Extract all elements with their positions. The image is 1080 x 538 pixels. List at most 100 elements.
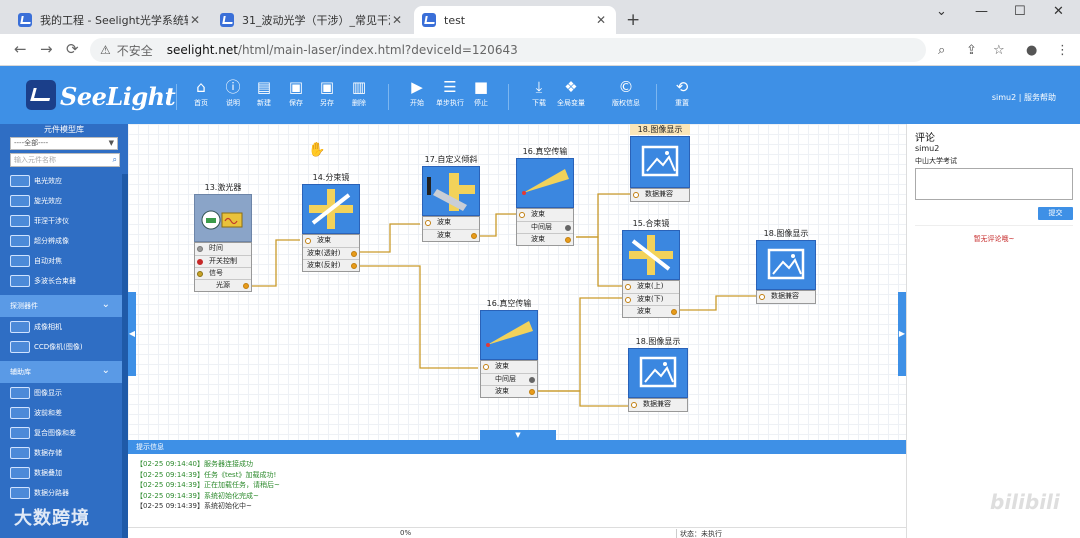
minimize-icon[interactable]: — (975, 4, 988, 19)
sidebar-item[interactable]: 菲涅干涉仪 (0, 211, 128, 231)
sidebar-group-detectors[interactable]: 探测器件 ⌄ (0, 295, 128, 317)
port-dot[interactable] (519, 212, 525, 218)
home-button[interactable]: ⌂ 首页 (186, 78, 216, 108)
browser-tab-active[interactable]: test ✕ (414, 6, 616, 34)
port-dot[interactable] (197, 259, 203, 265)
sidebar-item[interactable]: CCD像机(图像) (0, 337, 128, 357)
port-dot[interactable] (305, 238, 311, 244)
port-beam-lower[interactable]: 波束(下) (623, 293, 679, 305)
menu-icon[interactable]: ⋮ (1056, 43, 1069, 58)
port-switch[interactable]: 开关控制 (195, 255, 251, 267)
port-dot[interactable] (625, 284, 631, 290)
sidebar-item[interactable]: 超分辨成像 (0, 231, 128, 251)
sidebar-group-auxiliary[interactable]: 辅助库 ⌄ (0, 361, 128, 383)
port-dot[interactable] (351, 263, 357, 269)
collapse-log-handle[interactable]: ▼ (480, 430, 556, 440)
sidebar-item[interactable]: 波前和差 (0, 403, 128, 423)
port-beam-out[interactable]: 波束 (423, 229, 479, 241)
port-beam-reflect[interactable]: 波束(反射) (303, 259, 359, 271)
download-button[interactable]: ⤓ 下载 (524, 78, 554, 108)
port-light-source[interactable]: 光源 (195, 279, 251, 291)
port-beam-in[interactable]: 波束 (423, 217, 479, 229)
save-as-button[interactable]: ▣ 另存 (312, 78, 342, 108)
port-dot[interactable] (671, 309, 677, 315)
share-icon[interactable]: ⇪ (966, 43, 977, 58)
close-window-icon[interactable]: ✕ (1053, 4, 1064, 19)
port-dot[interactable] (625, 297, 631, 303)
port-beam-in[interactable]: 波束 (303, 235, 359, 247)
port-dot[interactable] (197, 246, 203, 252)
port-dot[interactable] (351, 251, 357, 257)
port-beam-transmit[interactable]: 波束(透射) (303, 247, 359, 259)
info-button[interactable]: ⓘ 说明 (218, 78, 248, 108)
port-dot[interactable] (633, 192, 639, 198)
back-icon[interactable]: ← (14, 40, 27, 58)
port-middle-layer[interactable]: 中间层 (481, 373, 537, 385)
copyright-button[interactable]: © 版权信息 (611, 78, 641, 108)
delete-button[interactable]: ▥ 删除 (344, 78, 374, 108)
port-data-compatible[interactable]: 数据兼容 (757, 291, 815, 303)
sidebar-item[interactable]: 复合图像和差 (0, 423, 128, 443)
save-button[interactable]: ▣ 保存 (281, 78, 311, 108)
new-button[interactable]: ▤ 新建 (249, 78, 279, 108)
category-select[interactable]: ----全部---- ▼ (10, 137, 118, 150)
step-button[interactable]: ☰ 单步执行 (435, 78, 465, 108)
close-tab-icon[interactable]: ✕ (188, 13, 202, 27)
sidebar-item[interactable]: 数据存储 (0, 443, 128, 463)
port-beam-in[interactable]: 波束 (517, 209, 573, 221)
port-beam-out[interactable]: 波束 (623, 305, 679, 317)
url-field[interactable]: ⚠ 不安全 seelight.net/html/main-laser/index… (90, 38, 926, 62)
sidebar-item[interactable]: 旋光效应 (0, 191, 128, 211)
chevron-down-icon[interactable]: ⌄ (936, 4, 947, 19)
port-middle-layer[interactable]: 中间层 (517, 221, 573, 233)
sidebar-item[interactable]: 电光效应 (0, 171, 128, 191)
close-tab-icon[interactable]: ✕ (390, 13, 404, 27)
browser-tab[interactable]: 我的工程 - Seelight光学系统辅助... ✕ (10, 6, 210, 34)
bookmark-star-icon[interactable]: ☆ (993, 43, 1005, 58)
port-dot[interactable] (759, 294, 765, 300)
port-dot[interactable] (565, 237, 571, 243)
maximize-icon[interactable]: ☐ (1014, 4, 1026, 19)
sidebar-item[interactable]: 成像相机 (0, 317, 128, 337)
sidebar-item[interactable]: 图像显示 (0, 383, 128, 403)
port-dot[interactable] (529, 377, 535, 383)
browser-tab[interactable]: 31_波动光学（干涉）_常见干涉... ✕ (212, 6, 412, 34)
sidebar-item[interactable]: 数据分路器 (0, 483, 128, 503)
port-dot[interactable] (565, 225, 571, 231)
username-link[interactable]: simu2 (992, 93, 1016, 102)
workflow-canvas[interactable]: ◀ ▶ 13.激光器 时间 开关控制 信号 光源 14.分束镜 波束 波束(透射… (128, 124, 906, 440)
sidebar-item[interactable]: 数据叠加 (0, 463, 128, 483)
port-dot[interactable] (483, 364, 489, 370)
port-dot[interactable] (425, 220, 431, 226)
reset-button[interactable]: ⟲ 重置 (667, 78, 697, 108)
comment-textarea[interactable] (915, 168, 1073, 200)
service-help-link[interactable]: 服务帮助 (1024, 93, 1056, 102)
zoom-icon[interactable]: ⌕ (938, 43, 945, 58)
start-button[interactable]: ▶ 开始 (402, 78, 432, 108)
sidebar-item[interactable]: 多波长合束器 (0, 271, 128, 291)
reload-icon[interactable]: ⟳ (66, 40, 79, 58)
port-dot[interactable] (471, 233, 477, 239)
submit-comment-button[interactable]: 提交 (1038, 207, 1073, 220)
port-dot[interactable] (631, 402, 637, 408)
port-beam-in[interactable]: 波束 (481, 361, 537, 373)
port-beam-out[interactable]: 波束 (517, 233, 573, 245)
new-tab-icon[interactable]: + (626, 10, 640, 30)
search-icon[interactable]: ⌕ (113, 154, 117, 166)
close-tab-icon[interactable]: ✕ (594, 13, 608, 27)
stop-button[interactable]: ■ 停止 (466, 78, 496, 108)
profile-avatar-icon[interactable]: ● (1026, 43, 1037, 58)
port-beam-upper[interactable]: 波束(上) (623, 281, 679, 293)
port-dot[interactable] (529, 389, 535, 395)
port-dot[interactable] (197, 271, 203, 277)
port-data-compatible[interactable]: 数据兼容 (631, 189, 689, 201)
forward-icon[interactable]: → (40, 40, 53, 58)
global-var-button[interactable]: ❖ 全局变量 (556, 78, 586, 108)
component-search-input[interactable]: 输入元件名称 ⌕ (10, 153, 120, 167)
port-beam-out[interactable]: 波束 (481, 385, 537, 397)
port-time[interactable]: 时间 (195, 243, 251, 255)
port-data-compatible[interactable]: 数据兼容 (629, 399, 687, 411)
port-dot[interactable] (243, 283, 249, 289)
sidebar-item[interactable]: 自动对焦 (0, 251, 128, 271)
port-signal[interactable]: 信号 (195, 267, 251, 279)
